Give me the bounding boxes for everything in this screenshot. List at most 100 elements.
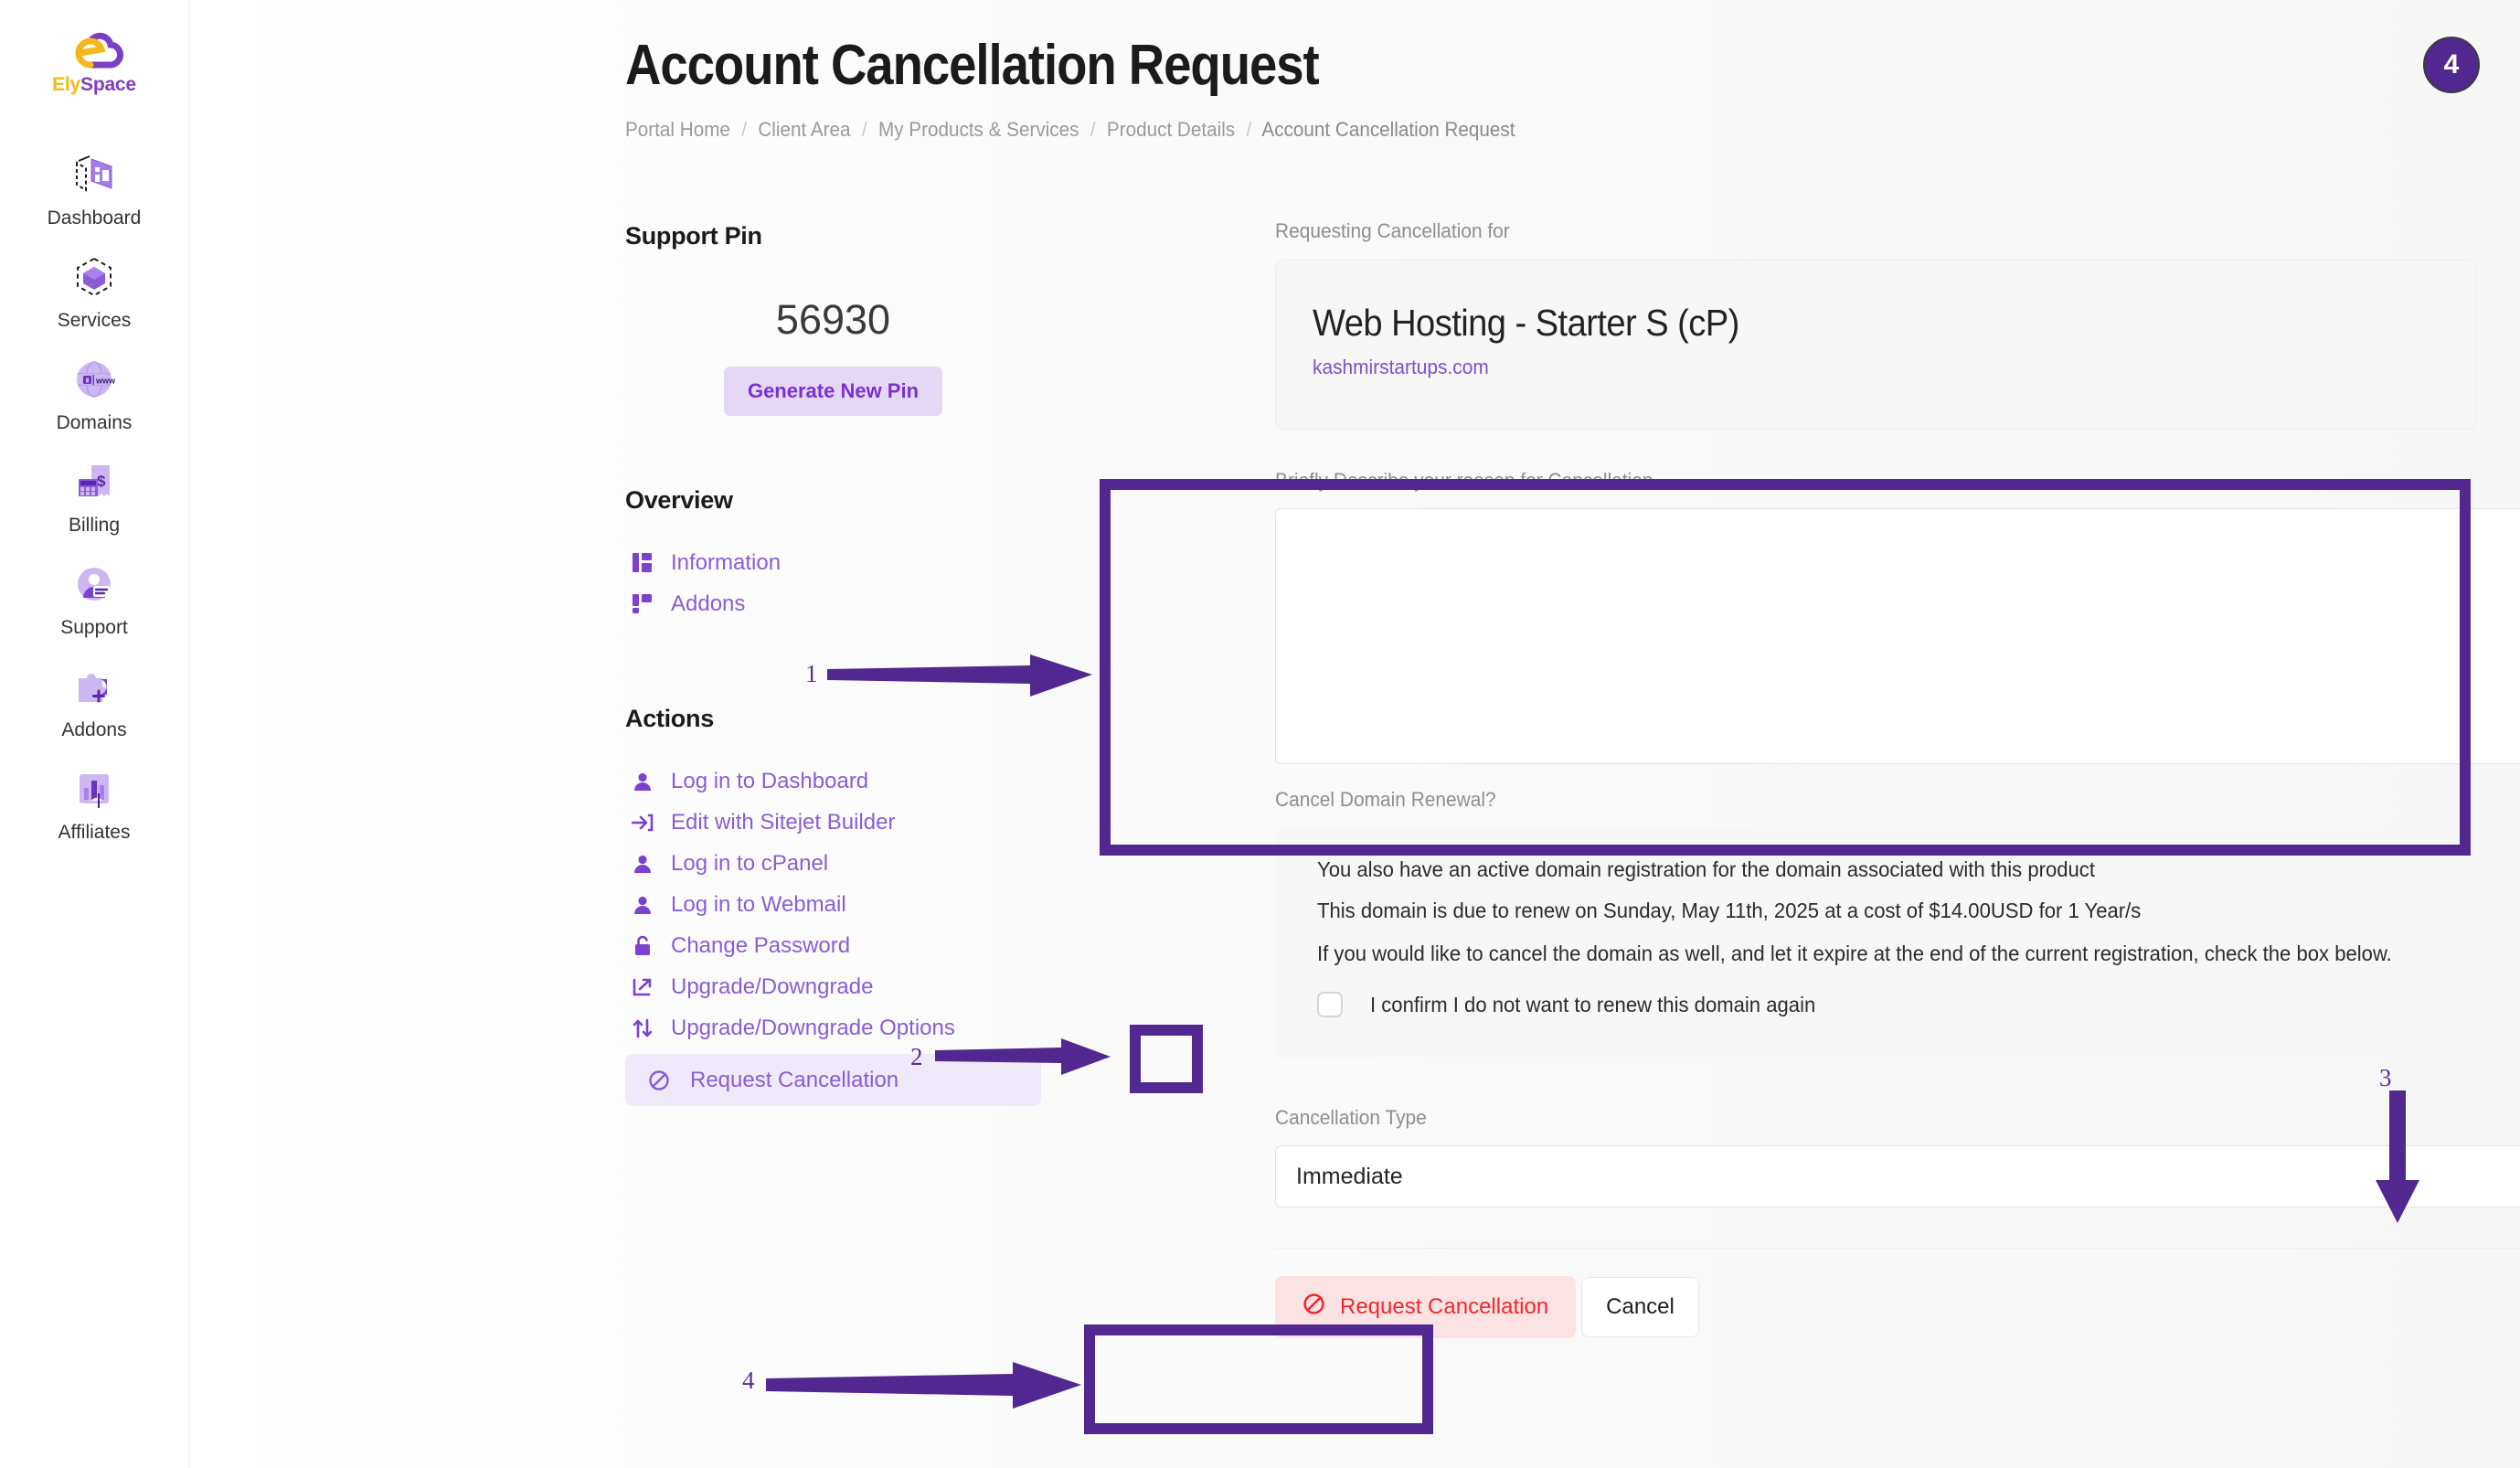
breadcrumb-item-portal-home[interactable]: Portal Home bbox=[625, 118, 730, 141]
step-badge: 4 bbox=[2423, 37, 2480, 93]
services-cube-icon bbox=[69, 251, 120, 303]
addons-puzzle-icon bbox=[69, 661, 120, 712]
overview-item-information[interactable]: Information bbox=[625, 542, 1082, 583]
dashboard-icon bbox=[69, 149, 120, 200]
action-item-label: Log in to cPanel bbox=[671, 850, 829, 876]
action-item-upgrade-downgrade-options[interactable]: Upgrade/Downgrade Options bbox=[625, 1007, 1082, 1048]
svg-text:www: www bbox=[95, 377, 116, 386]
support-agent-icon bbox=[69, 558, 120, 610]
billing-invoice-icon: $ bbox=[69, 456, 120, 507]
overview-list: Information Addons bbox=[625, 542, 1082, 624]
breadcrumb: Portal Home / Client Area / My Products … bbox=[625, 118, 1515, 142]
breadcrumb-item-current: Account Cancellation Request bbox=[1261, 118, 1515, 141]
sidebar-item-label: Billing bbox=[68, 515, 121, 536]
breadcrumb-item-client-area[interactable]: Client Area bbox=[758, 118, 850, 141]
support-pin-block: 56930 Generate New Pin bbox=[625, 299, 1041, 416]
product-card: Web Hosting - Starter S (cP) kashmirstar… bbox=[1275, 260, 2477, 430]
page-title: Account Cancellation Request bbox=[625, 34, 1320, 97]
confirm-no-renew-checkbox[interactable] bbox=[1317, 992, 1343, 1017]
domain-renewal-panel: You also have an active domain registrat… bbox=[1275, 828, 2520, 1058]
overview-item-label: Information bbox=[671, 549, 782, 575]
user-icon bbox=[631, 852, 654, 875]
svg-text:$: $ bbox=[97, 473, 106, 490]
breadcrumb-separator: / bbox=[861, 118, 867, 141]
action-item-log-in-to-cpanel[interactable]: Log in to cPanel bbox=[625, 843, 1082, 884]
main-content: Account Cancellation Request Portal Home… bbox=[189, 0, 2520, 1468]
action-item-change-password[interactable]: Change Password bbox=[625, 925, 1082, 966]
brand-name-part2: Space bbox=[80, 74, 136, 95]
product-domain-link[interactable]: kashmirstartups.com bbox=[1313, 356, 2383, 379]
sidebar-item-label: Addons bbox=[61, 719, 127, 740]
affiliates-chart-icon bbox=[69, 763, 120, 814]
sidebar-item-addons[interactable]: Addons bbox=[0, 649, 189, 751]
breadcrumb-separator: / bbox=[1246, 118, 1252, 141]
reason-textarea-wrapper bbox=[1275, 508, 2520, 764]
brand-name-part1: Ely bbox=[52, 74, 81, 95]
sidebar-item-domains[interactable]: www Domains bbox=[0, 342, 189, 444]
cancel-domain-renewal-label: Cancel Domain Renewal? bbox=[1275, 788, 1496, 811]
brand-wordmark: ElySpace bbox=[52, 75, 136, 94]
request-cancellation-button[interactable]: Request Cancellation bbox=[1275, 1276, 1577, 1338]
sort-updown-icon bbox=[631, 1016, 654, 1039]
action-item-label: Upgrade/Downgrade Options bbox=[671, 1015, 955, 1040]
action-item-label: Log in to Webmail bbox=[671, 891, 846, 917]
arrow-into-bracket-icon bbox=[631, 811, 654, 834]
layout-addons-icon bbox=[631, 592, 654, 615]
sidebar-item-dashboard[interactable]: Dashboard bbox=[0, 137, 189, 239]
generate-new-pin-button[interactable]: Generate New Pin bbox=[723, 367, 943, 416]
overview-heading: Overview bbox=[625, 486, 733, 514]
sidebar-item-label: Services bbox=[57, 310, 132, 331]
sidebar-item-label: Support bbox=[60, 617, 128, 638]
action-item-edit-with-sitejet-builder[interactable]: Edit with Sitejet Builder bbox=[625, 802, 1082, 843]
form-actions-bar: Request Cancellation Cancel bbox=[1275, 1248, 2520, 1338]
elyspace-cloud-logo-icon bbox=[75, 32, 123, 69]
primary-sidebar: ElySpace Dashboard Services www Domains … bbox=[0, 0, 189, 1468]
action-item-label: Request Cancellation bbox=[690, 1067, 899, 1092]
breadcrumb-item-my-products-services[interactable]: My Products & Services bbox=[878, 118, 1079, 141]
action-item-label: Upgrade/Downgrade bbox=[671, 973, 874, 999]
sidebar-item-billing[interactable]: $ Billing bbox=[0, 444, 189, 547]
request-cancellation-button-label: Request Cancellation bbox=[1340, 1294, 1549, 1319]
renewal-line-active-registration: You also have an active domain registrat… bbox=[1317, 857, 2095, 881]
action-item-label: Log in to Dashboard bbox=[671, 768, 869, 793]
app-root: ElySpace Dashboard Services www Domains … bbox=[0, 0, 2520, 1468]
action-item-log-in-to-webmail[interactable]: Log in to Webmail bbox=[625, 884, 1082, 925]
action-item-label: Change Password bbox=[671, 932, 851, 958]
breadcrumb-separator: / bbox=[1090, 118, 1096, 141]
action-item-label: Edit with Sitejet Builder bbox=[671, 809, 896, 835]
sidebar-item-services[interactable]: Services bbox=[0, 239, 189, 342]
breadcrumb-separator: / bbox=[741, 118, 748, 141]
reason-block: Briefly Describe your reason for Cancell… bbox=[1275, 469, 2520, 764]
cancellation-type-label: Cancellation Type bbox=[1275, 1106, 1427, 1129]
reason-textarea[interactable] bbox=[1276, 509, 2520, 763]
actions-heading: Actions bbox=[625, 705, 714, 732]
breadcrumb-item-product-details[interactable]: Product Details bbox=[1107, 118, 1235, 141]
overview-item-addons[interactable]: Addons bbox=[625, 583, 1082, 624]
overview-item-label: Addons bbox=[671, 590, 746, 616]
action-item-upgrade-downgrade[interactable]: Upgrade/Downgrade bbox=[625, 966, 1082, 1007]
cancellation-type-value: Immediate bbox=[1296, 1163, 1403, 1189]
action-item-log-in-to-dashboard[interactable]: Log in to Dashboard bbox=[625, 761, 1082, 802]
left-column: Support Pin 56930 Generate New Pin Overv… bbox=[625, 222, 1082, 1106]
sidebar-item-label: Affiliates bbox=[58, 822, 131, 843]
requesting-cancellation-label: Requesting Cancellation for bbox=[1275, 219, 1510, 242]
external-link-icon bbox=[631, 975, 654, 998]
layout-information-icon bbox=[631, 551, 654, 574]
cancellation-type-block: Cancellation Type Immediate bbox=[1275, 1106, 2520, 1207]
no-entry-icon bbox=[1303, 1292, 1325, 1322]
renewal-line-due-date-cost: This domain is due to renew on Sunday, M… bbox=[1317, 899, 2142, 922]
cancellation-type-select[interactable]: Immediate bbox=[1275, 1145, 2520, 1207]
renewal-line-instruction: If you would like to cancel the domain a… bbox=[1317, 941, 2392, 965]
support-pin-heading: Support Pin bbox=[625, 222, 762, 250]
sidebar-item-label: Dashboard bbox=[47, 207, 142, 229]
action-item-request-cancellation[interactable]: Request Cancellation bbox=[625, 1054, 1041, 1106]
sidebar-item-affiliates[interactable]: Affiliates bbox=[0, 751, 189, 854]
reason-label: Briefly Describe your reason for Cancell… bbox=[1275, 469, 1653, 492]
domains-globe-icon: www bbox=[69, 354, 120, 405]
user-icon bbox=[631, 893, 654, 916]
sidebar-item-label: Domains bbox=[56, 412, 133, 433]
support-pin-value: 56930 bbox=[775, 296, 891, 343]
brand-logo[interactable]: ElySpace bbox=[35, 24, 154, 102]
sidebar-item-support[interactable]: Support bbox=[0, 547, 189, 649]
cancel-button[interactable]: Cancel bbox=[1581, 1277, 1699, 1337]
